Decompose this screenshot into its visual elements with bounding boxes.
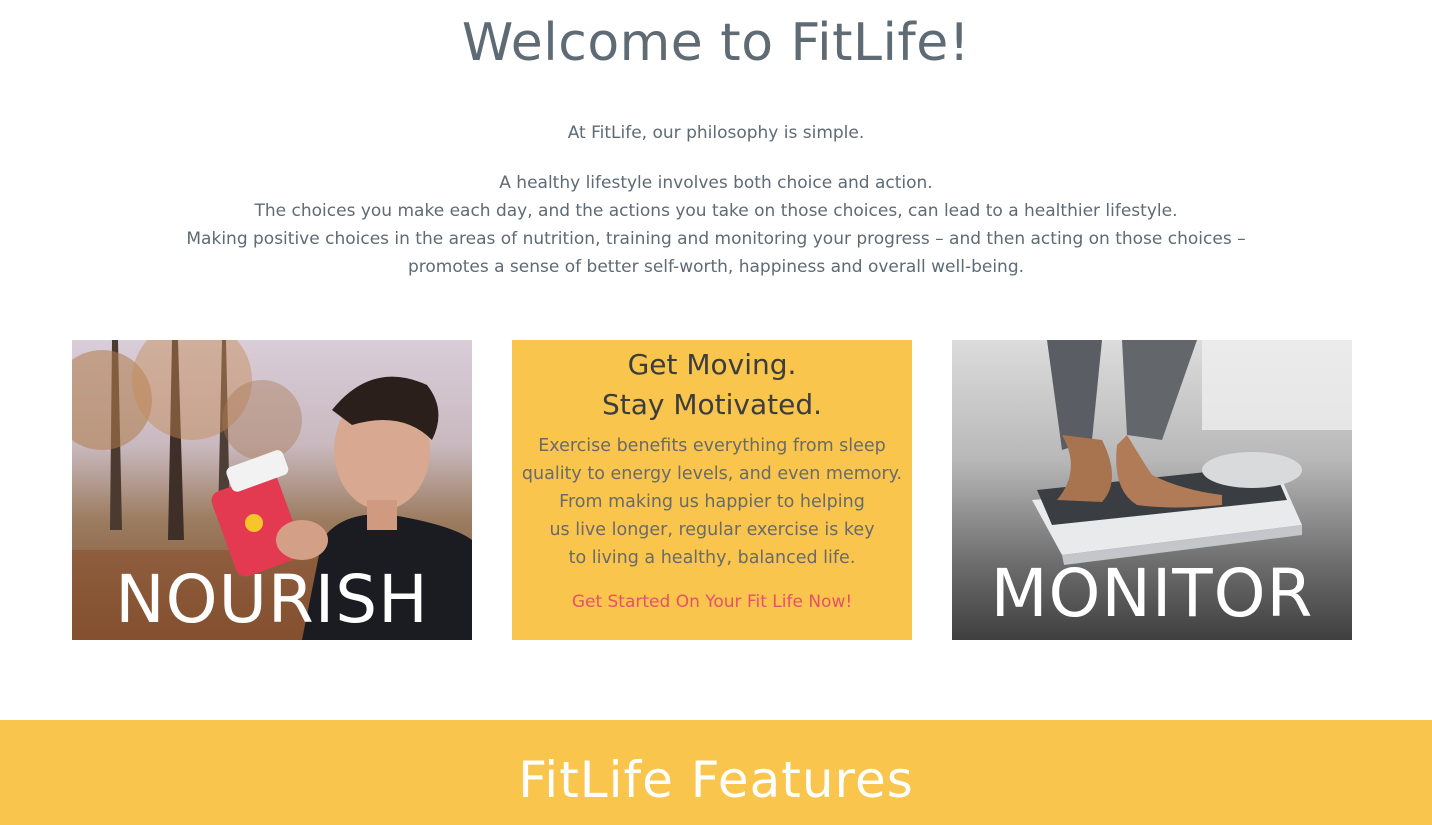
motivation-card: Get Moving. Stay Motivated. Exercise ben… (512, 340, 912, 640)
nourish-card[interactable]: NOURISH (72, 340, 472, 640)
intro-line: A healthy lifestyle involves both choice… (499, 173, 933, 193)
nourish-label: NOURISH (115, 561, 429, 638)
intro-line: Making positive choices in the areas of … (186, 229, 1246, 249)
motivation-heading-line1: Get Moving. (627, 348, 797, 381)
monitor-card[interactable]: MONITOR (952, 340, 1352, 640)
motivation-body: Exercise benefits everything from sleep … (512, 432, 912, 572)
motivation-heading-line2: Stay Motivated. (601, 388, 823, 421)
intro-line: The choices you make each day, and the a… (254, 201, 1178, 221)
page: Welcome to FitLife! At FitLife, our phil… (0, 0, 1432, 825)
motivation-body-line: us live longer, regular exercise is key (549, 520, 875, 540)
monitor-label: MONITOR (990, 555, 1314, 632)
motivation-body-line: From making us happier to helping (559, 492, 865, 512)
get-started-link[interactable]: Get Started On Your Fit Life Now! (512, 590, 912, 614)
features-section: FitLife Features (0, 720, 1432, 825)
motivation-body-line: quality to energy levels, and even memor… (521, 464, 903, 484)
motivation-body-line: to living a healthy, balanced life. (568, 548, 856, 568)
intro-paragraph: A healthy lifestyle involves both choice… (0, 169, 1432, 281)
features-title: FitLife Features (518, 751, 914, 809)
philosophy-statement: At FitLife, our philosophy is simple. (567, 123, 865, 143)
page-title: Welcome to FitLife! (461, 13, 971, 73)
motivation-body-line: Exercise benefits everything from sleep (538, 436, 886, 456)
intro-line: promotes a sense of better self-worth, h… (407, 257, 1025, 277)
